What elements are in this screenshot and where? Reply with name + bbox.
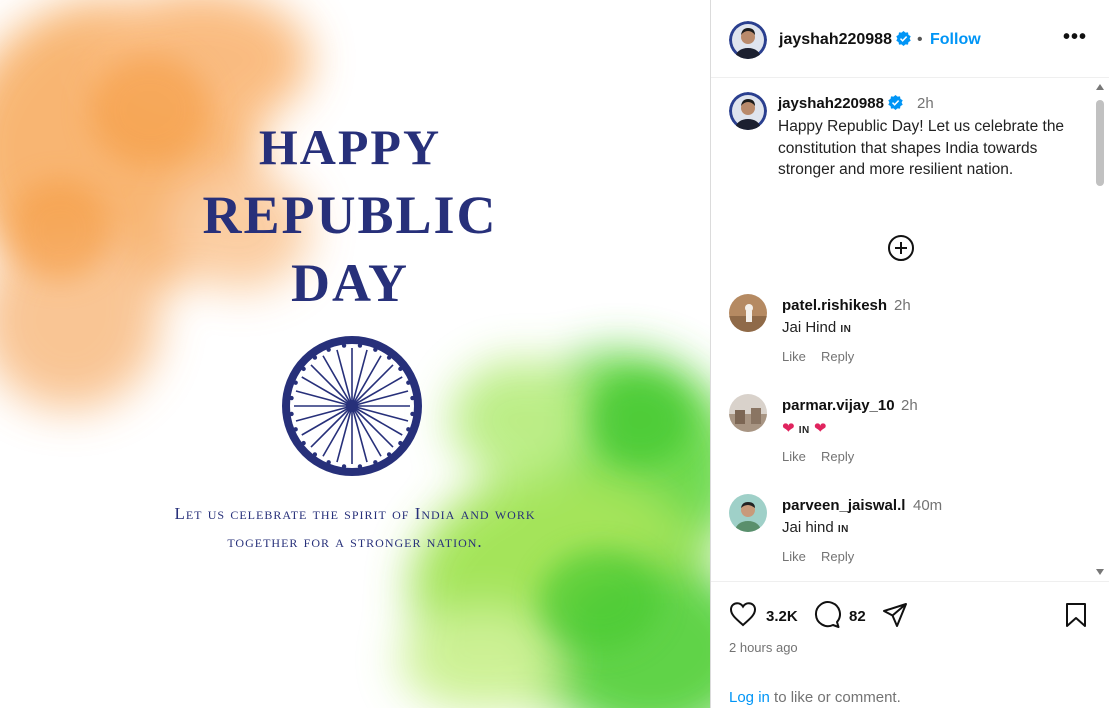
comment-username[interactable]: parmar.vijay_10 xyxy=(782,397,895,414)
share-icon[interactable] xyxy=(881,601,909,629)
post-header: jayshah220988 • Follow ••• xyxy=(711,0,1109,78)
scroll-down-arrow-icon[interactable] xyxy=(1096,569,1104,575)
more-options-icon[interactable]: ••• xyxy=(1063,26,1087,49)
author-avatar[interactable] xyxy=(729,21,767,59)
author-username[interactable]: jayshah220988 xyxy=(779,31,912,49)
post-image: HAPPY REPUBLIC DAY Let us celebrate the … xyxy=(0,0,710,708)
caption-username-text[interactable]: jayshah220988 xyxy=(778,95,884,112)
bookmark-icon[interactable] xyxy=(1064,602,1088,628)
comment-username[interactable]: parveen_jaiswal.l xyxy=(782,497,905,514)
caption-username[interactable]: jayshah220988 xyxy=(778,95,903,112)
heart-emoji-icon: ❤ xyxy=(813,420,827,437)
comments-count: 82 xyxy=(849,608,866,625)
comment-time: 2h xyxy=(894,297,911,314)
caption-time: 2h xyxy=(917,95,934,112)
comment-icon[interactable] xyxy=(813,601,841,629)
follow-button[interactable]: Follow xyxy=(930,31,981,49)
post-actions: 3.2K 82 2 hours ago Log in to like or co… xyxy=(711,581,1109,708)
comment-time: 2h xyxy=(901,397,918,414)
ashoka-chakra-icon xyxy=(282,336,422,476)
scroll-up-arrow-icon[interactable] xyxy=(1096,84,1104,90)
comment-reply-button[interactable]: Reply xyxy=(821,349,854,364)
comment-text-body: Jai Hind xyxy=(782,319,837,336)
caption-avatar[interactable] xyxy=(729,92,767,130)
scrollbar-thumb[interactable] xyxy=(1096,100,1104,186)
post-timestamp: 2 hours ago xyxy=(729,640,798,655)
caption-text: Happy Republic Day! Let us celebrate the… xyxy=(778,118,1065,178)
comment-reply-button[interactable]: Reply xyxy=(821,449,854,464)
comment-text: Jai hind IN xyxy=(782,519,849,536)
verified-badge-icon xyxy=(888,95,903,110)
comments-scrollbar[interactable] xyxy=(1094,82,1106,580)
login-link[interactable]: Log in xyxy=(729,689,770,706)
author-username-text[interactable]: jayshah220988 xyxy=(779,31,892,48)
comment-item: parveen_jaiswal.l 40m Jai hind IN Like R… xyxy=(711,494,1109,581)
comment-time: 40m xyxy=(913,497,943,514)
comment-like-button[interactable]: Like xyxy=(782,449,806,464)
post-side-panel: jayshah220988 • Follow ••• jayshah220988 xyxy=(710,0,1115,708)
poster-tagline: Let us celebrate the spirit of India and… xyxy=(100,500,610,556)
load-more-plus-icon[interactable] xyxy=(886,233,916,263)
comments-list[interactable]: jayshah220988 2h Happy Republic Day! Let… xyxy=(711,79,1109,581)
comment-item: patel.rishikesh 2h Jai Hind IN Like Repl… xyxy=(711,294,1109,384)
india-flag-icon: IN xyxy=(837,524,849,535)
india-flag-icon: IN xyxy=(840,324,852,335)
commenter-avatar[interactable] xyxy=(729,394,767,432)
comment-text-body: Jai hind xyxy=(782,519,834,536)
heart-emoji-icon: ❤ xyxy=(782,420,795,437)
india-flag-icon: IN xyxy=(798,425,810,436)
login-prompt: Log in to like or comment. xyxy=(729,689,901,706)
poster-title-line-3: DAY xyxy=(290,253,410,313)
poster-tagline-line-1: Let us celebrate the spirit of India and… xyxy=(174,504,536,523)
comment-text: ❤ IN ❤ xyxy=(782,419,827,437)
poster-title-line-2: REPUBLIC xyxy=(202,185,498,245)
poster-tagline-line-2: together for a stronger nation. xyxy=(227,532,483,551)
likes-count: 3.2K xyxy=(766,608,798,625)
commenter-avatar[interactable] xyxy=(729,294,767,332)
heart-icon[interactable] xyxy=(729,601,757,627)
poster-title-line-1: HAPPY xyxy=(258,119,442,175)
header-separator: • xyxy=(917,31,923,48)
comment-like-button[interactable]: Like xyxy=(782,349,806,364)
comment-text: Jai Hind IN xyxy=(782,319,851,336)
comment-username[interactable]: patel.rishikesh xyxy=(782,297,887,314)
comment-reply-button[interactable]: Reply xyxy=(821,549,854,564)
comment-like-button[interactable]: Like xyxy=(782,549,806,564)
comment-item: parmar.vijay_10 2h ❤ IN ❤ Like Reply xyxy=(711,394,1109,484)
verified-badge-icon xyxy=(896,31,912,46)
commenter-avatar[interactable] xyxy=(729,494,767,532)
login-prompt-text: to like or comment. xyxy=(769,689,901,706)
